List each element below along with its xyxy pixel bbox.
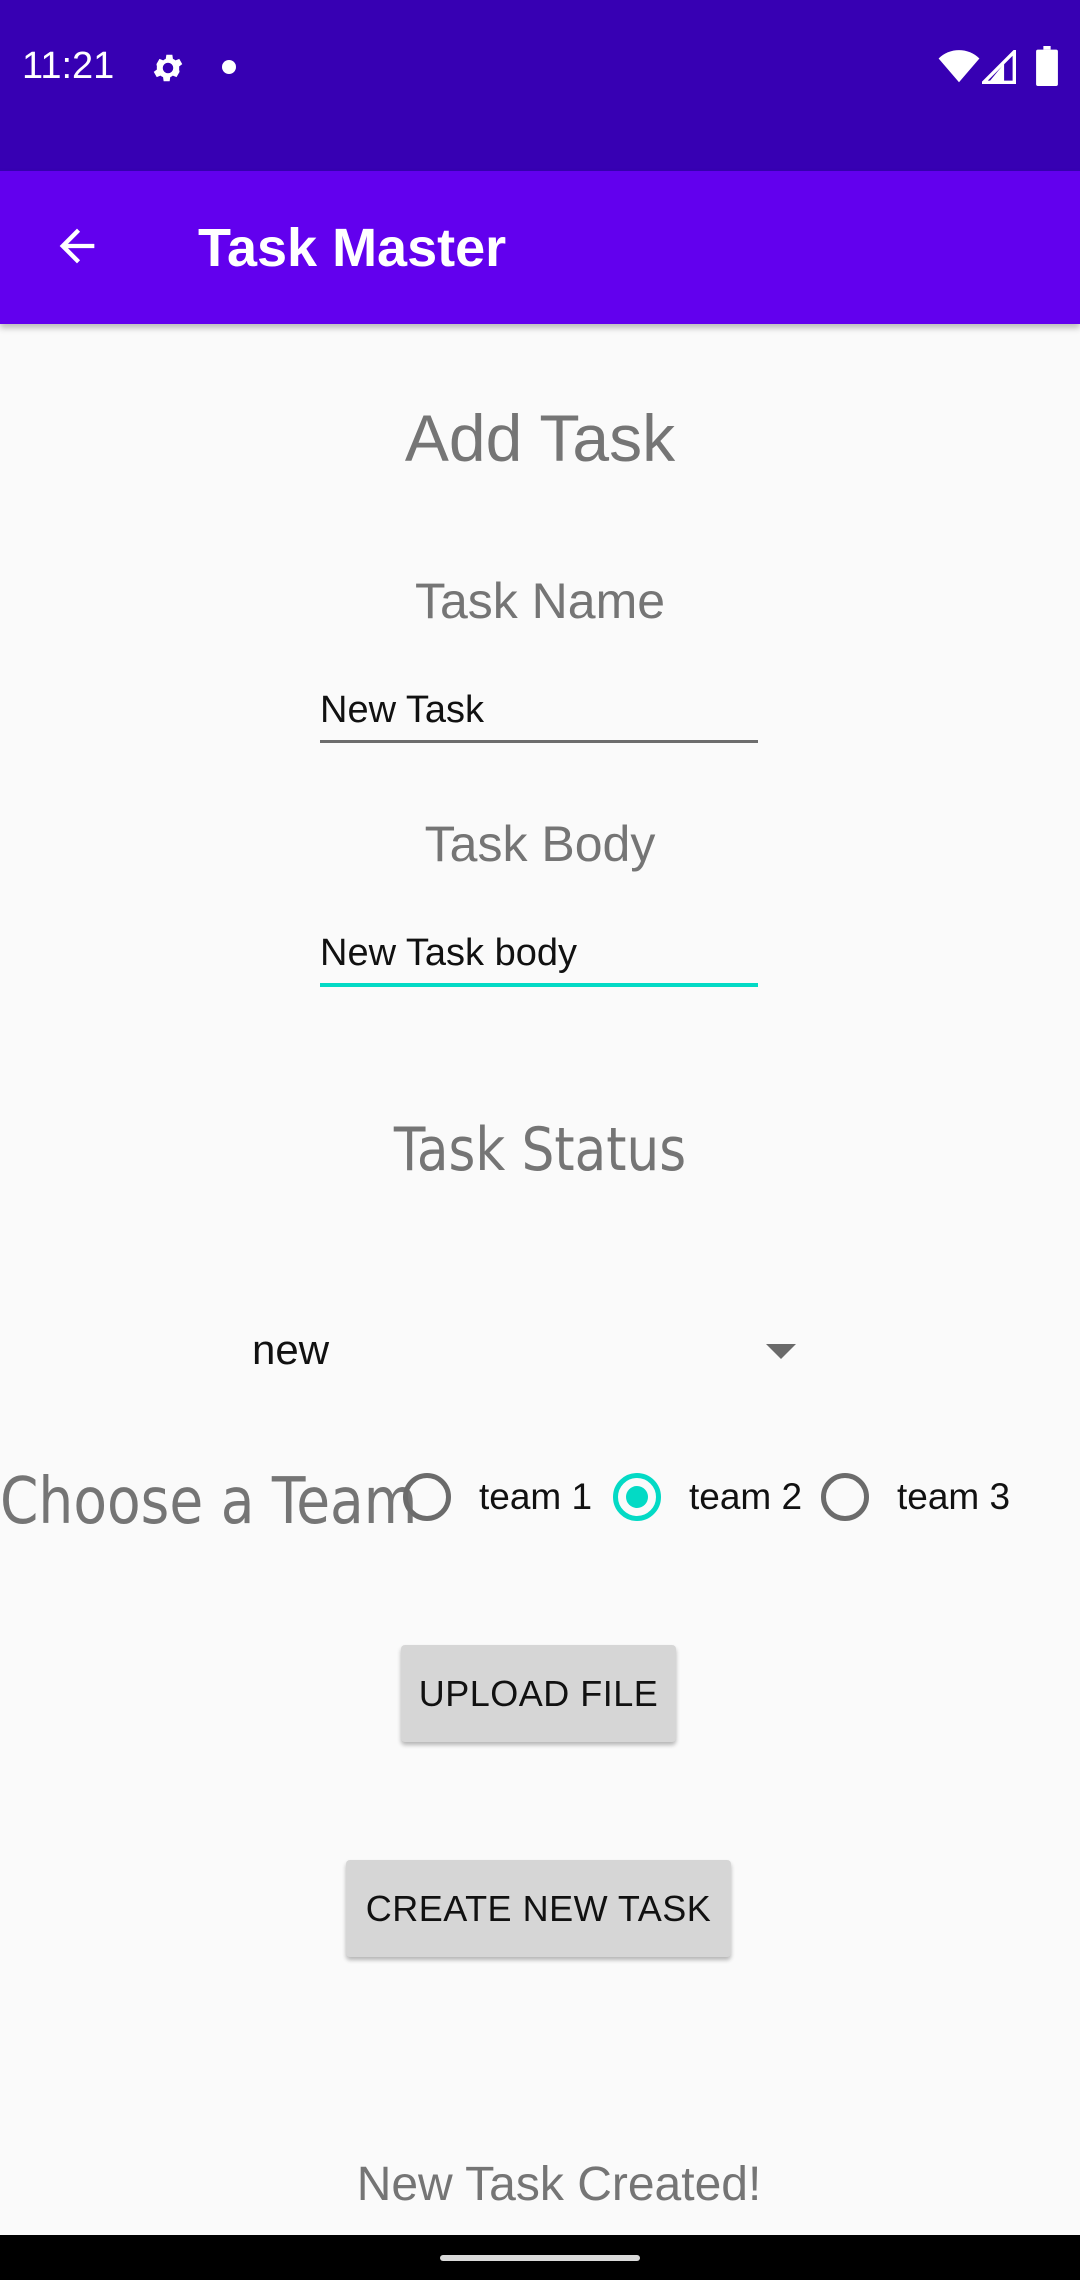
- task-name-label: Task Name: [414, 573, 666, 629]
- home-handle[interactable]: [440, 2255, 640, 2261]
- radio-checked-icon: [613, 1473, 661, 1521]
- notification-dot-icon: [222, 60, 236, 74]
- upload-file-button[interactable]: UPLOAD FILE: [401, 1645, 676, 1742]
- gear-icon: [153, 54, 183, 82]
- team-3-label: team 3: [897, 1476, 1011, 1517]
- app-bar: Task Master: [0, 171, 1080, 324]
- task-status-dropdown[interactable]: new: [230, 1320, 820, 1380]
- battery-icon: [1036, 46, 1058, 86]
- task-status-label: Task Status: [393, 1115, 687, 1185]
- arrow-back-icon: [59, 228, 95, 264]
- radio-unchecked-icon: [821, 1473, 869, 1521]
- task-body-underline: [320, 983, 758, 987]
- dropdown-arrow-icon: [766, 1344, 796, 1359]
- back-button[interactable]: [42, 211, 112, 281]
- create-task-button[interactable]: CREATE NEW TASK: [346, 1860, 731, 1957]
- task-body-input[interactable]: [320, 928, 758, 978]
- wifi-icon: [938, 50, 980, 83]
- app-title: Task Master: [198, 218, 507, 278]
- team-2-label: team 2: [689, 1476, 803, 1517]
- task-status-selected-value: new: [252, 1326, 330, 1373]
- result-message: New Task Created!: [356, 2158, 762, 2211]
- radio-unchecked-icon: [403, 1473, 451, 1521]
- task-body-label: Task Body: [424, 816, 656, 872]
- task-name-input[interactable]: [320, 685, 758, 735]
- status-time: 11:21: [22, 45, 115, 87]
- status-bar: 11:21: [0, 0, 1080, 171]
- team-2-radio[interactable]: team 2: [613, 1473, 802, 1521]
- team-1-radio[interactable]: team 1: [403, 1473, 592, 1521]
- team-label: Choose a Team: [0, 1465, 418, 1539]
- page-title: Add Task: [404, 401, 676, 475]
- navigation-bar: [0, 2235, 1080, 2280]
- team-1-label: team 1: [479, 1476, 593, 1517]
- task-name-underline: [320, 740, 758, 743]
- team-3-radio[interactable]: team 3: [821, 1473, 1010, 1521]
- signal-icon: [982, 50, 1016, 84]
